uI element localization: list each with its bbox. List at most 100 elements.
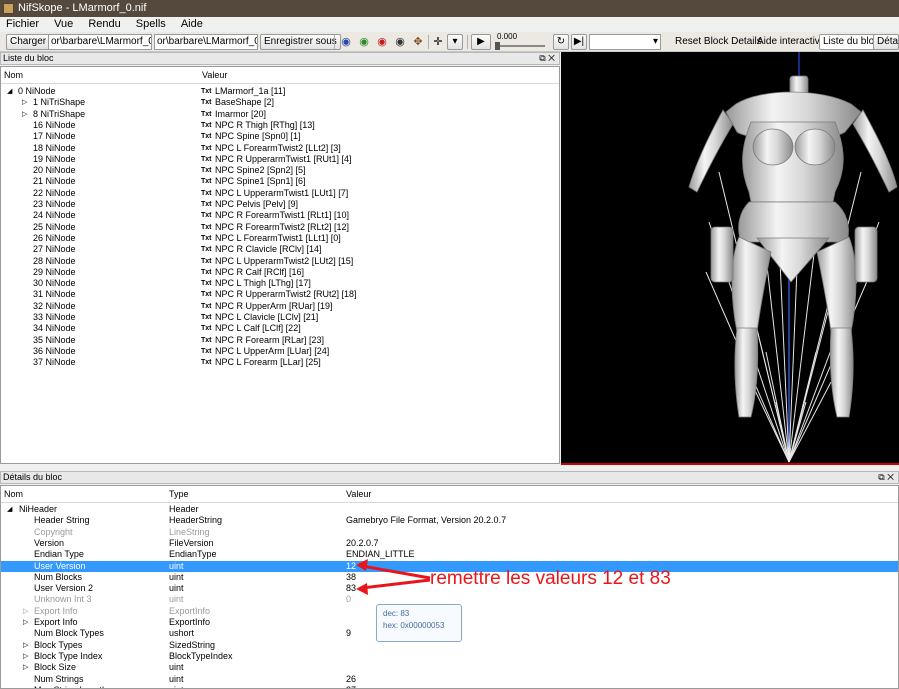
block-list-row[interactable]: 20 NiNode Txt NPC Spine2 [Spn2] [5] bbox=[1, 165, 559, 176]
block-list-row[interactable]: 25 NiNode Txt NPC R ForearmTwist2 [RLt2] [… bbox=[1, 222, 559, 233]
model-render[interactable] bbox=[561, 52, 899, 465]
block-list-row[interactable]: 17 NiNode Txt NPC Spine [Spn0] [1] bbox=[1, 131, 559, 142]
detail-row[interactable]: Num Strings uint 26 bbox=[1, 674, 898, 685]
menu-rendu[interactable]: Rendu bbox=[82, 17, 126, 32]
column-name[interactable]: Nom bbox=[4, 486, 23, 503]
block-list-row[interactable]: 22 NiNode Txt NPC L UpperarmTwist1 [LUt1] … bbox=[1, 188, 559, 199]
move-icon[interactable]: ✛ bbox=[431, 35, 445, 49]
detail-type: uint bbox=[169, 673, 184, 684]
view-eye-green-icon[interactable]: ◉ bbox=[357, 35, 371, 49]
detail-row[interactable]: ◢ NiHeader Header bbox=[1, 504, 898, 515]
save-path-field[interactable]: or\barbare\LMarmorf_0.nif bbox=[154, 34, 258, 50]
block-list-row[interactable]: 32 NiNode Txt NPC R UpperArm [RUar] [19] bbox=[1, 301, 559, 312]
block-list-row[interactable]: ▷ 8 NiTriShape Txt Imarmor [20] bbox=[1, 109, 559, 120]
block-list-row[interactable]: 19 NiNode Txt NPC R UpperarmTwist1 [RUt1] … bbox=[1, 154, 559, 165]
menu-aide[interactable]: Aide bbox=[175, 17, 209, 32]
block-list-row[interactable]: 18 NiNode Txt NPC L ForearmTwist2 [LLt2] [… bbox=[1, 143, 559, 154]
detail-row[interactable]: ▷ Block Size uint bbox=[1, 662, 898, 673]
detail-value[interactable]: 9 bbox=[346, 628, 351, 639]
detail-row[interactable]: Max String Length uint 27 bbox=[1, 685, 898, 688]
block-list-row[interactable]: ◢ 0 NiNode Txt LMarmorf_1a [11] bbox=[1, 86, 559, 97]
block-list-row[interactable]: 24 NiNode Txt NPC R ForearmTwist1 [RLt1] [… bbox=[1, 210, 559, 221]
toolbar-separator bbox=[334, 35, 335, 49]
collapse-arrow-icon[interactable]: ▷ bbox=[23, 606, 28, 617]
detail-type: uint bbox=[169, 594, 184, 605]
menu-spells[interactable]: Spells bbox=[130, 17, 172, 32]
column-type[interactable]: Type bbox=[169, 486, 189, 503]
detail-value[interactable]: 27 bbox=[346, 685, 356, 688]
collapse-arrow-icon[interactable]: ▷ bbox=[23, 617, 28, 628]
expand-arrow-icon[interactable]: ◢ bbox=[7, 504, 12, 515]
column-value[interactable]: Valeur bbox=[346, 486, 371, 503]
detail-row[interactable]: ▷ Block Type Index BlockTypeIndex bbox=[1, 651, 898, 662]
footprints-icon[interactable]: ✥ bbox=[411, 35, 425, 49]
txt-type-icon: Txt bbox=[201, 99, 212, 107]
block-list-row[interactable]: 26 NiNode Txt NPC L ForearmTwist1 [LLt1] [… bbox=[1, 233, 559, 244]
block-list-row[interactable]: 36 NiNode Txt NPC L UpperArm [LUar] [24] bbox=[1, 346, 559, 357]
detail-row[interactable]: Endian Type EndianType ENDIAN_LITTLE bbox=[1, 549, 898, 560]
view-dropdown-button[interactable]: ▾ bbox=[447, 34, 463, 50]
detail-value[interactable]: 20.2.0.7 bbox=[346, 538, 379, 549]
switch-animation-button[interactable]: ▶| bbox=[571, 34, 587, 50]
block-list-row[interactable]: 28 NiNode Txt NPC L UpperarmTwist2 [LUt2] … bbox=[1, 256, 559, 267]
save-as-button[interactable]: Enregistrer sous bbox=[260, 34, 341, 50]
block-name: 1 NiTriShape bbox=[33, 97, 86, 108]
collapse-arrow-icon[interactable]: ▷ bbox=[23, 640, 28, 651]
detail-row[interactable]: Version FileVersion 20.2.0.7 bbox=[1, 538, 898, 549]
detail-name: Export Info bbox=[34, 605, 78, 616]
block-list-row[interactable]: 29 NiNode Txt NPC R Calf [RClf] [16] bbox=[1, 267, 559, 278]
collapse-arrow-icon[interactable]: ▷ bbox=[23, 651, 28, 662]
annotation-text: remettre les valeurs 12 et 83 bbox=[430, 568, 671, 589]
collapse-arrow-icon[interactable]: ▷ bbox=[22, 97, 27, 108]
play-button[interactable]: ▶ bbox=[471, 34, 491, 50]
block-list-row[interactable]: 23 NiNode Txt NPC Pelvis [Pelv] [9] bbox=[1, 199, 559, 210]
loop-button[interactable]: ↻ bbox=[553, 34, 569, 50]
block-name: 36 NiNode bbox=[33, 345, 76, 356]
block-list-row[interactable]: 31 NiNode Txt NPC R UpperarmTwist2 [RUt2] … bbox=[1, 289, 559, 300]
tooltip-dec: dec: 83 bbox=[383, 609, 410, 618]
time-slider-handle[interactable] bbox=[495, 42, 500, 50]
time-slider[interactable] bbox=[497, 45, 545, 47]
view-eye-icon[interactable]: ◉ bbox=[339, 35, 353, 49]
block-list-row[interactable]: 35 NiNode Txt NPC R Forearm [RLar] [23] bbox=[1, 335, 559, 346]
block-list-row[interactable]: ▷ 1 NiTriShape Txt BaseShape [2] bbox=[1, 97, 559, 108]
column-name[interactable]: Nom bbox=[4, 67, 23, 84]
block-name: 34 NiNode bbox=[33, 323, 76, 334]
block-list-row[interactable]: 16 NiNode Txt NPC R Thigh [RThg] [13] bbox=[1, 120, 559, 131]
block-list-row[interactable]: 33 NiNode Txt NPC L Clavicle [LClv] [21] bbox=[1, 312, 559, 323]
render-viewport[interactable] bbox=[561, 52, 899, 465]
title-bar: NifSkope - LMarmorf_0.nif bbox=[0, 0, 899, 17]
block-list-row[interactable]: 27 NiNode Txt NPC R Clavicle [RClv] [14] bbox=[1, 244, 559, 255]
panel-float-close-icon[interactable]: ⧉ ✕ bbox=[878, 472, 894, 483]
detail-row[interactable]: Copyright LineString bbox=[1, 527, 898, 538]
detail-row[interactable]: Header String HeaderString Gamebryo File F… bbox=[1, 515, 898, 526]
block-list-row[interactable]: 37 NiNode Txt NPC L Forearm [LLar] [25] bbox=[1, 357, 559, 368]
animation-select[interactable]: ▾ bbox=[589, 34, 661, 50]
interactive-help-button[interactable]: Aide interactive bbox=[757, 34, 825, 50]
view-eye-red-icon[interactable]: ◉ bbox=[375, 35, 389, 49]
detail-value[interactable]: 26 bbox=[346, 674, 356, 685]
detail-type: uint bbox=[169, 560, 184, 571]
block-list-row[interactable]: 34 NiNode Txt NPC L Calf [LClf] [22] bbox=[1, 323, 559, 334]
menu-vue[interactable]: Vue bbox=[48, 17, 79, 32]
block-list-row[interactable]: 30 NiNode Txt NPC L Thigh [LThg] [17] bbox=[1, 278, 559, 289]
load-path-field[interactable]: or\barbare\LMarmorf_0.nif bbox=[48, 34, 152, 50]
detail-type: uint bbox=[169, 662, 184, 673]
reset-block-details-button[interactable]: Reset Block Details bbox=[675, 34, 762, 50]
column-value[interactable]: Valeur bbox=[202, 67, 227, 84]
menu-fichier[interactable]: Fichier bbox=[0, 17, 45, 32]
expand-arrow-icon[interactable]: ◢ bbox=[7, 86, 12, 97]
panel-float-close-icon[interactable]: ⧉ ✕ bbox=[539, 53, 555, 64]
block-list-tree[interactable]: Nom Valeur ◢ 0 NiNode Txt LMarmorf_1a [11] ▷… bbox=[0, 66, 560, 464]
block-list-column-header: Nom Valeur bbox=[1, 67, 559, 84]
block-list-row[interactable]: 21 NiNode Txt NPC Spine1 [Spn1] [6] bbox=[1, 176, 559, 187]
collapse-arrow-icon[interactable]: ▷ bbox=[23, 662, 28, 673]
detail-value[interactable]: 0 bbox=[346, 594, 351, 605]
view-eye-black-icon[interactable]: ◉ bbox=[393, 35, 407, 49]
collapse-arrow-icon[interactable]: ▷ bbox=[22, 109, 27, 120]
block-value: NPC R ForearmTwist2 [RLt2] [12] bbox=[215, 221, 350, 232]
block-details-toggle[interactable]: Détails bbox=[873, 34, 899, 50]
load-button[interactable]: Charger bbox=[6, 34, 51, 50]
detail-value[interactable]: Gamebryo File Format, Version 20.2.0.7 bbox=[346, 515, 506, 526]
block-name: 30 NiNode bbox=[33, 278, 76, 289]
